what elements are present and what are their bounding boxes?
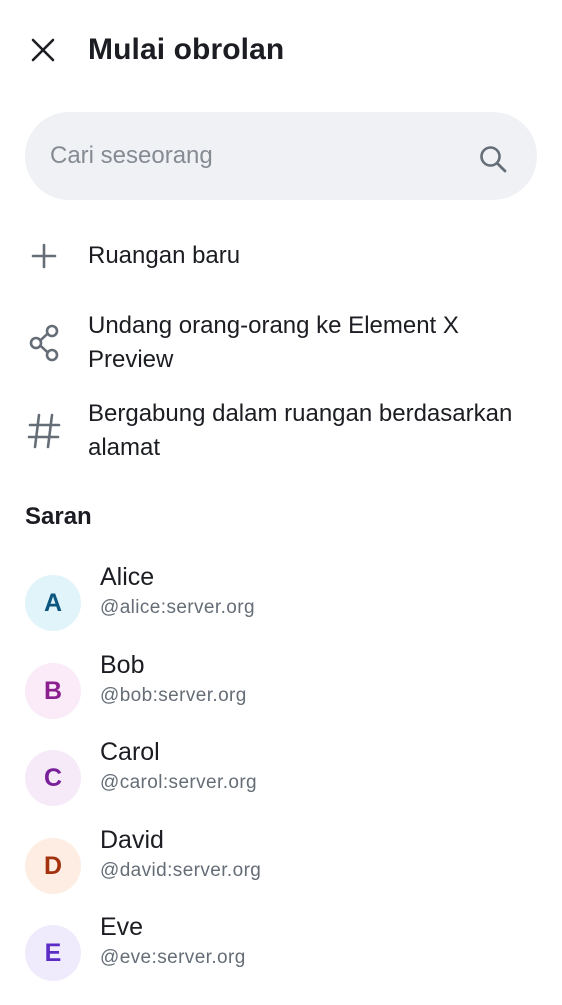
suggestion-row-bob[interactable]: B Bob @bob:server.org [0,651,562,743]
join-room-by-address-button[interactable]: Bergabung dalam ruangan berdasarkan alam… [0,394,562,470]
user-id: @alice:server.org [100,597,255,618]
user-id: @eve:server.org [100,947,246,968]
invite-people-button[interactable]: Undang orang-orang ke Element X Preview [0,306,562,382]
avatar: E [25,925,81,981]
user-display-name: Carol [100,738,160,766]
share-icon [25,324,63,362]
user-display-name: Alice [100,563,155,591]
close-icon [31,38,55,62]
search-icon[interactable] [474,140,512,178]
user-id: @carol:server.org [100,772,258,793]
suggestion-row-eve[interactable]: E Eve @eve:server.org [0,913,562,1005]
close-button[interactable] [19,26,67,74]
suggestion-row-david[interactable]: D David @david:server.org [0,826,562,918]
hash-icon [25,412,63,450]
new-room-button[interactable]: Ruangan baru [0,228,562,284]
invite-people-label: Undang orang-orang ke Element X Preview [88,312,459,373]
avatar: B [25,663,81,719]
avatar: A [25,575,81,631]
suggestions-heading: Saran [25,503,92,530]
top-app-bar: Mulai obrolan [0,0,562,100]
user-id: @bob:server.org [100,685,247,706]
avatar: C [25,750,81,806]
join-room-label: Bergabung dalam ruangan berdasarkan alam… [88,400,513,461]
user-id: @david:server.org [100,860,262,881]
suggestion-row-alice[interactable]: A Alice @alice:server.org [0,563,562,655]
user-display-name: Bob [100,651,145,679]
search-input[interactable] [50,112,460,200]
avatar: D [25,838,81,894]
search-field[interactable] [25,112,537,200]
page-title: Mulai obrolan [88,33,285,66]
plus-icon [25,238,63,274]
user-display-name: Eve [100,913,144,941]
user-display-name: David [100,826,164,854]
new-room-label: Ruangan baru [88,242,241,269]
suggestion-row-carol[interactable]: C Carol @carol:server.org [0,738,562,830]
